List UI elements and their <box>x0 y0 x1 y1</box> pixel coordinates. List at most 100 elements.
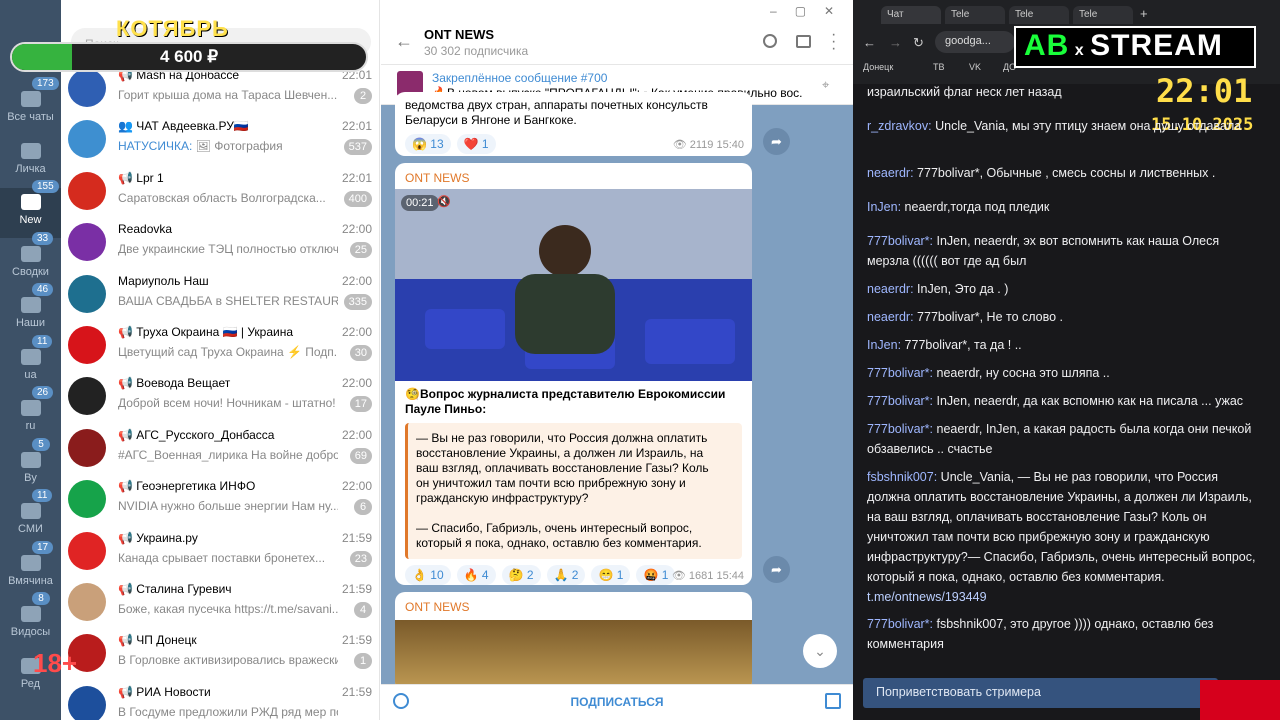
bookmark-item[interactable]: VK <box>969 62 981 72</box>
back-arrow-icon[interactable]: ← <box>395 31 413 52</box>
chat-title: 📢 Геоэнергетика ИНФО <box>118 479 256 494</box>
pin-list-icon[interactable]: ⌖ <box>822 77 829 93</box>
chat-username[interactable]: 777bolivar*: <box>867 394 933 408</box>
forward-icon[interactable]: ➦ <box>763 128 790 155</box>
chat-row[interactable]: 📢 Воевода Вещает 22:00 Доброй всем ночи! Н… <box>61 372 379 423</box>
close-icon[interactable]: ✕ <box>824 4 852 18</box>
folder-icon <box>20 451 41 468</box>
folder-tab[interactable]: 46 Наши <box>0 283 61 341</box>
chat-row[interactable]: 📢 ЧП Донецк 21:59 В Горловке активизировал… <box>61 629 379 680</box>
quote-block: — Вы не раз говорили, что Россия должна … <box>405 423 742 559</box>
bookmark-item[interactable]: Донецк <box>863 62 893 72</box>
browser-tab[interactable]: Tele <box>1009 6 1069 24</box>
folder-icon <box>20 297 41 313</box>
chat-username[interactable]: neaerdr: <box>867 282 914 296</box>
forward-icon[interactable]: ➦ <box>763 556 790 583</box>
browser-tab[interactable]: Tele <box>945 6 1005 24</box>
chat-row[interactable]: 👥 ЧАТ Авдеевка.РУ🇷🇺 22:01 НАТУСИЧКА: 🖼 Фот… <box>61 115 379 166</box>
back-icon[interactable]: ← <box>863 35 876 50</box>
message-sender[interactable]: ONT NEWS <box>395 163 752 185</box>
folder-tab[interactable]: Личка <box>0 137 61 187</box>
mute-icon[interactable]: 🔇 <box>437 195 451 208</box>
chat-username[interactable]: InJen: <box>867 200 901 214</box>
scroll-down-button[interactable]: ⌄ <box>803 634 837 668</box>
new-tab-button[interactable]: + <box>1140 6 1148 21</box>
browser-tab[interactable]: Tele <box>1073 6 1133 24</box>
chat-row[interactable]: 📢 АГС_Русского_Донбасса 22:00 #АГС_Военная… <box>61 424 379 475</box>
chat-username[interactable]: fsbshnik007: <box>867 470 937 484</box>
reaction-chip[interactable]: 👌 10 <box>405 565 451 585</box>
folder-badge: 46 <box>32 283 54 296</box>
stream-browser-window: Чат Tele Tele Tele + ← → ↻ goodga... Дон… <box>853 0 1280 720</box>
chat-username[interactable]: 777bolivar*: <box>867 234 933 248</box>
chat-username[interactable]: 777bolivar*: <box>867 617 933 631</box>
folder-tab[interactable]: 155 New <box>0 180 61 238</box>
video-duration: 00:21 <box>401 195 439 211</box>
message-time: 15:44 <box>716 570 744 582</box>
reaction-chip[interactable]: 🤬 1 <box>636 565 676 585</box>
address-text: goodga... <box>945 35 991 47</box>
sidebar-toggle-icon[interactable] <box>796 35 811 48</box>
chat-link[interactable]: t.me/ontnews/193449 <box>867 590 987 604</box>
reaction-chip[interactable]: 🤔 2 <box>501 565 541 585</box>
channel-title[interactable]: ONT NEWS <box>424 27 494 42</box>
message-sender[interactable]: ONT NEWS <box>395 592 752 614</box>
stream-chat-input[interactable]: Поприветствовать стримера <box>863 678 1218 708</box>
browser-tab[interactable]: Чат <box>881 6 941 24</box>
folder-tab[interactable]: 5 By <box>0 437 61 496</box>
video-preview[interactable] <box>395 620 752 692</box>
minimize-icon[interactable]: – <box>770 4 795 18</box>
address-bar[interactable]: goodga... <box>935 31 1015 53</box>
folder-tab[interactable]: 11 ua <box>0 334 61 393</box>
chat-username[interactable]: r_zdravkov: <box>867 119 932 133</box>
forward-nav-icon[interactable]: → <box>889 35 902 50</box>
chat-row[interactable]: 📢 Труха Окраина 🇷🇺 | Украина 22:00 Цветущи… <box>61 321 379 372</box>
chat-text: neaerdr, ну сосна это шляпа .. <box>936 366 1110 380</box>
maximize-icon[interactable]: ▢ <box>795 4 824 18</box>
chat-username[interactable]: 777bolivar*: <box>867 366 933 380</box>
stream-chat-message: 777bolivar*: neaerdr, ну сосна это шляпа… <box>867 363 1257 383</box>
reload-icon[interactable]: ↻ <box>913 35 924 51</box>
goal-title: КОТЯБРЬ <box>116 16 229 41</box>
folder-icon <box>20 554 41 571</box>
folder-tab[interactable]: 17 Вмячина <box>0 540 61 599</box>
chat-row[interactable]: Мариуполь Наш 22:00 ВАША СВАДЬБА в SHELTER… <box>61 270 379 321</box>
reaction-chip[interactable]: 🔥 4 <box>456 565 496 585</box>
unread-count: 4 <box>354 602 372 618</box>
chat-row[interactable]: 📢 РИА Новости 21:59 В Госдуме предложили Р… <box>61 681 379 720</box>
chat-username[interactable]: InJen: <box>867 338 901 352</box>
more-menu-icon[interactable]: · · · <box>831 27 836 57</box>
subscribe-button[interactable]: ПОДПИСАТЬСЯ <box>381 695 853 709</box>
chat-username[interactable]: 777bolivar*: <box>867 422 933 436</box>
folder-tab[interactable]: 173 Все чаты <box>0 77 61 135</box>
folder-tab[interactable]: 26 ru <box>0 386 61 444</box>
folder-label: ru <box>25 420 36 432</box>
tab-label: Tele <box>951 9 970 20</box>
reaction-chip[interactable]: 😱 13 <box>405 134 451 154</box>
search-icon[interactable] <box>763 34 777 48</box>
chat-row[interactable]: 📢 Геоэнергетика ИНФО 22:00 NVIDIA нужно бо… <box>61 475 379 526</box>
folder-tab[interactable]: 8 Видосы <box>0 592 61 650</box>
unread-count: 400 <box>343 190 372 207</box>
reaction-chip[interactable]: ❤️ 1 <box>456 134 496 154</box>
message-text: ведомства двух стран, аппараты почетных … <box>405 98 708 127</box>
chat-row[interactable]: 📢 Сталина Гуревич 21:59 Боже, какая пусечк… <box>61 578 379 629</box>
folder-tab[interactable]: 11 СМИ <box>0 489 61 547</box>
chat-row[interactable]: 📢 Lpr 1 22:01 Саратовская область Волгогра… <box>61 167 379 218</box>
chat-row[interactable]: 📢 Украина.ру 21:59 Канада срывает поставки… <box>61 527 379 578</box>
video-player[interactable]: 00:21 🔇 <box>395 189 752 381</box>
chat-username[interactable]: neaerdr: <box>867 310 914 324</box>
reaction-chip[interactable]: 😁 1 <box>591 565 631 585</box>
gift-icon[interactable] <box>825 693 841 709</box>
chat-title: 📢 Сталина Гуревич <box>118 582 232 596</box>
folder-tab[interactable]: 33 Сводки <box>0 231 61 290</box>
chat-row[interactable]: Readovka 22:00 Две украинские ТЭЦ полность… <box>61 218 379 269</box>
chat-avatar <box>68 223 106 262</box>
bookmark-item[interactable]: ТВ <box>933 62 945 72</box>
chat-time: 22:01 <box>341 170 372 185</box>
reaction-chip[interactable]: 🙏 2 <box>546 565 586 585</box>
folder-label: New <box>19 214 42 226</box>
folder-badge: 17 <box>32 540 54 554</box>
chat-username[interactable]: neaerdr: <box>867 166 914 180</box>
preview-text: Боже, какая пусечка https://t.me/savani.… <box>118 602 338 616</box>
